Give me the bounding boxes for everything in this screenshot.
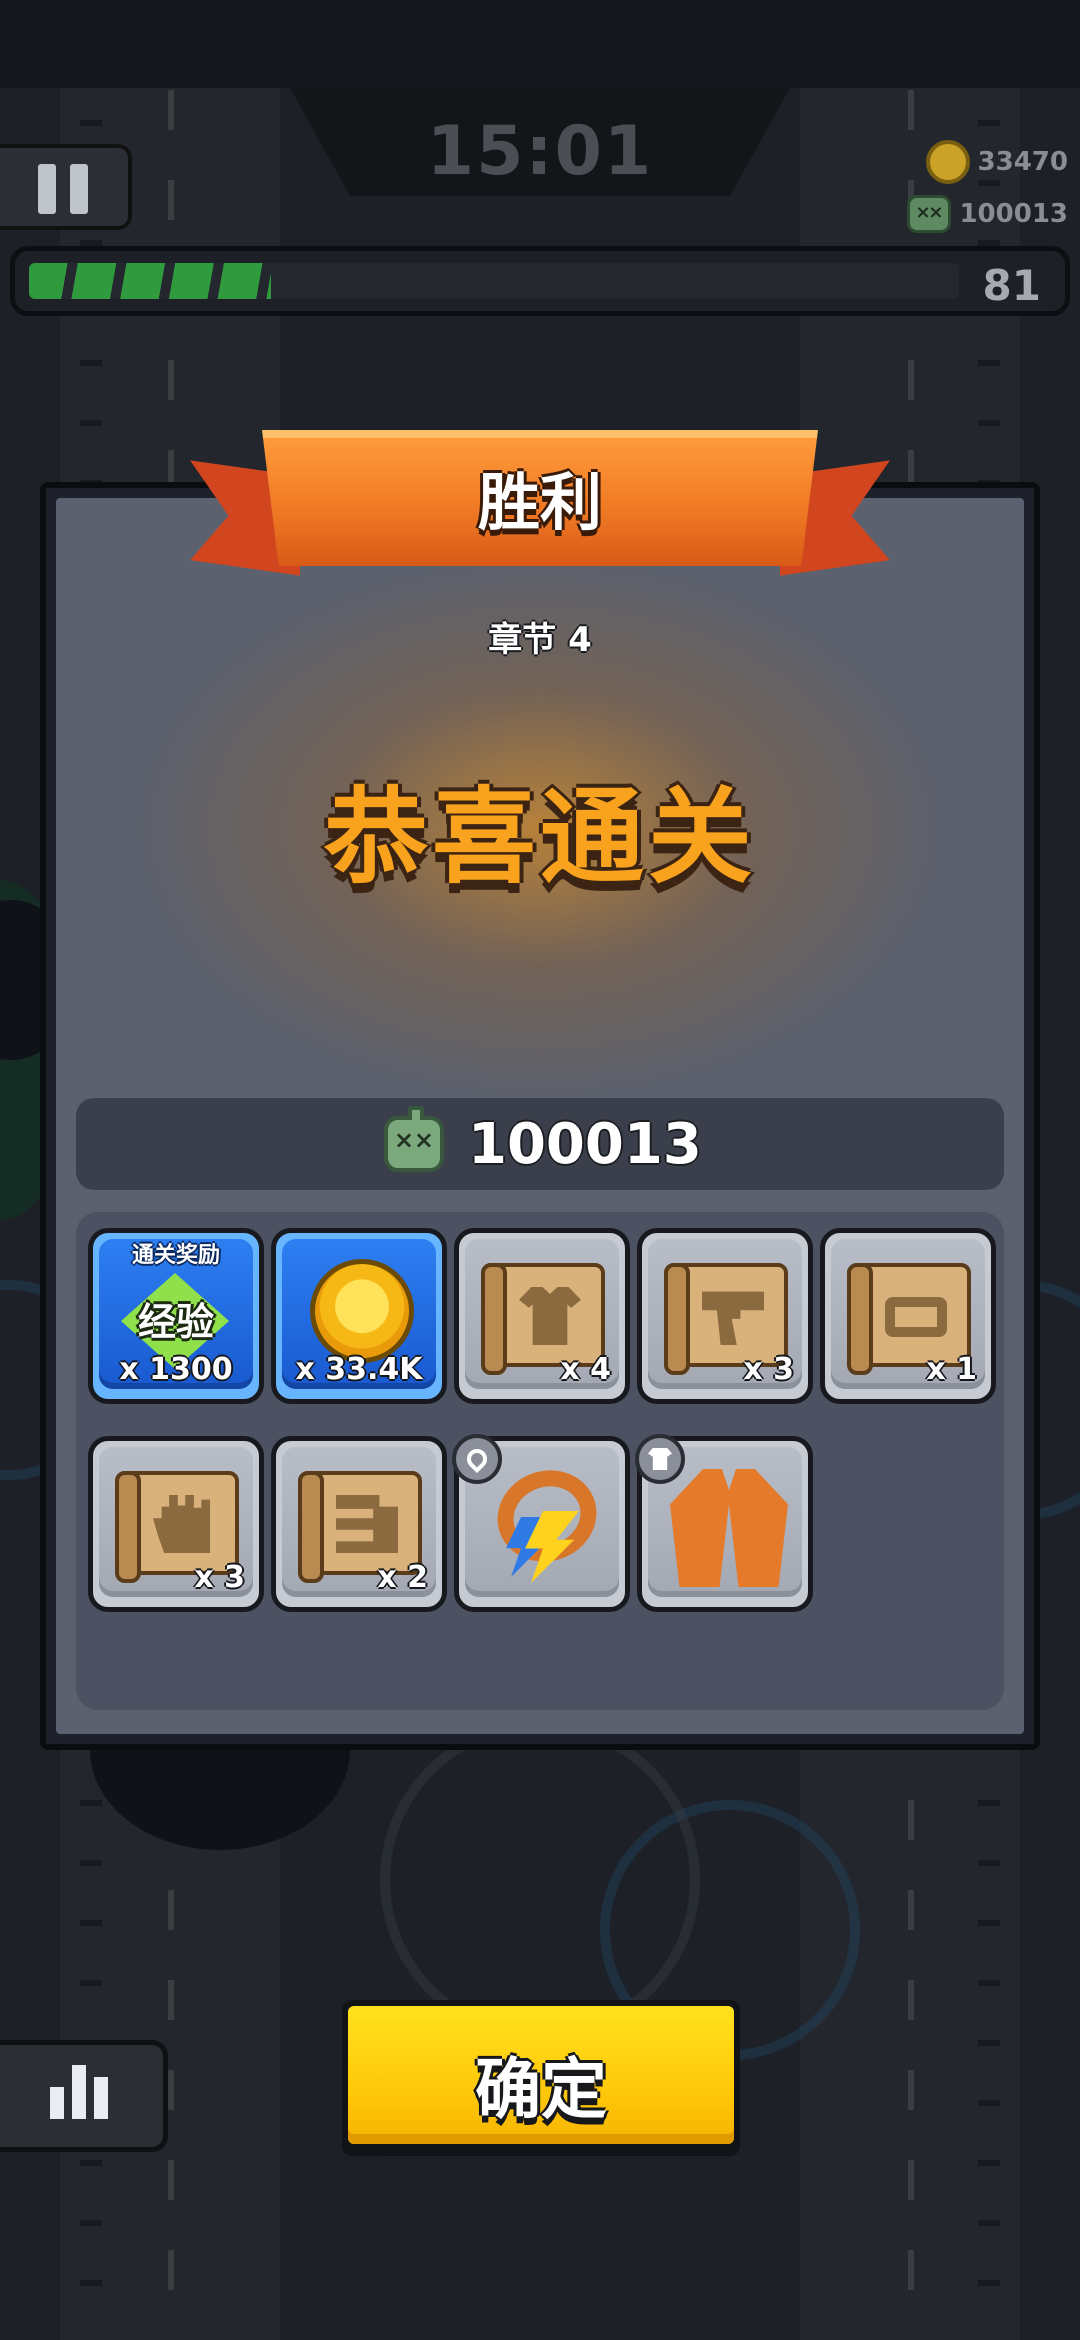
necklace-slot-icon [462,1444,492,1474]
pause-icon [70,164,88,214]
pause-button[interactable] [0,144,132,230]
zombie-counter: 100013 [907,190,1068,238]
zombie-icon [384,1106,444,1172]
reward-weapon-blueprint[interactable]: x 3 [637,1228,813,1404]
document-icon [336,1495,398,1553]
kill-score: 100013 [468,1112,702,1177]
coin-icon [925,140,970,184]
victory-title: 胜利 [477,466,602,539]
pause-icon [38,164,56,214]
zombie-icon [907,195,952,233]
coin-icon [310,1259,414,1363]
belt-icon [885,1297,947,1337]
reward-qty: x 1300 [119,1352,233,1387]
progress-value: 81 [982,261,1041,310]
reward-armor-blueprint[interactable]: x 4 [454,1228,630,1404]
gun-icon [702,1291,764,1345]
shirt-slot-icon [648,1448,672,1470]
reward-qty: x 3 [743,1352,794,1387]
armor-slot-badge [635,1434,685,1484]
reward-qty: x 33.4K [295,1352,423,1387]
congrats-heading: 恭喜通关 [323,776,756,898]
reward-qty: x 1 [926,1352,977,1387]
chapter-label: 章节 4 [488,620,592,660]
zombie-count: 100013 [959,199,1068,229]
bar-chart-icon [72,2065,86,2119]
clear-reward-tag: 通关奖励 [131,1243,220,1268]
bar-chart-icon [94,2077,108,2119]
reward-exp[interactable]: 经验 通关奖励 x 1300 [88,1228,264,1404]
confirm-button[interactable]: 确定 [342,2000,740,2156]
glove-icon [153,1495,211,1553]
coin-counter: 33470 [925,138,1068,186]
exp-label: 经验 [137,1300,214,1344]
reward-qty: x 4 [560,1352,611,1387]
reward-gold[interactable]: x 33.4K [271,1228,447,1404]
kill-score-bar: 100013 [76,1098,1004,1190]
coin-count: 33470 [977,147,1068,177]
status-bar [0,0,1080,88]
game-timer: 15:01 [426,112,654,191]
wave-progress-bar: 81 [10,246,1070,316]
bar-chart-icon [50,2087,64,2119]
reward-glove-blueprint[interactable]: x 3 [88,1436,264,1612]
necklace-slot-badge [452,1434,502,1484]
reward-qty: x 2 [377,1560,428,1595]
stats-button[interactable] [0,2040,168,2152]
reward-misc-blueprint[interactable]: x 2 [271,1436,447,1612]
reward-belt-blueprint[interactable]: x 1 [820,1228,996,1404]
progress-fill [29,263,271,299]
confirm-label: 确定 [475,2051,607,2128]
reward-qty: x 3 [194,1560,245,1595]
shirt-icon [519,1287,581,1345]
progress-track [29,263,959,299]
